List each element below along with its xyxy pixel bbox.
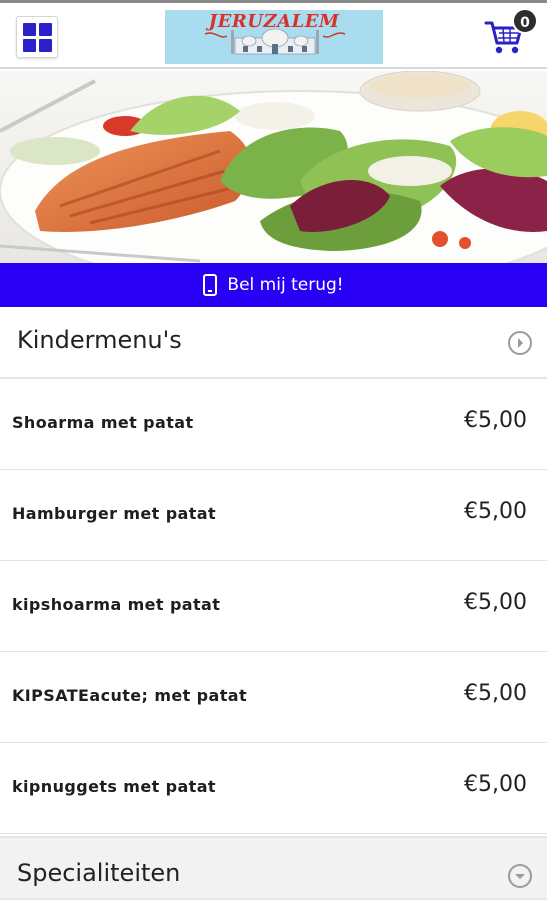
menu-item[interactable]: Shoarma met patat €5,00 — [0, 379, 547, 470]
menu-item[interactable]: KIPSATEacute; met patat €5,00 — [0, 652, 547, 743]
call-me-back-button[interactable]: Bel mij terug! — [0, 263, 547, 307]
menu-item[interactable]: Hamburger met patat €5,00 — [0, 470, 547, 561]
menu-item-name: kipnuggets met patat — [12, 777, 216, 796]
hero-food-image — [0, 71, 547, 263]
expand-arrow-icon — [508, 864, 532, 888]
category-header-kindermenus[interactable]: Kindermenu's — [0, 307, 547, 379]
category-title: Specialiteiten — [17, 859, 181, 887]
menu-item-name: KIPSATEacute; met patat — [12, 686, 248, 705]
category-header-specialiteiten[interactable]: Specialiteiten — [0, 836, 547, 900]
restaurant-logo[interactable]: JERUZALEM — [165, 10, 383, 64]
menu-item-name: kipshoarma met patat — [12, 595, 221, 614]
menu-item[interactable]: kipnuggets met patat €5,00 — [0, 743, 547, 834]
menu-item-price: €5,00 — [464, 681, 527, 706]
menu-item-name: Hamburger met patat — [12, 504, 217, 523]
menu-item[interactable]: kipshoarma met patat €5,00 — [0, 561, 547, 652]
app-header: JERUZALEM 0 — [0, 3, 547, 69]
menu-item-price: €5,00 — [464, 772, 527, 797]
menu-button[interactable] — [16, 16, 58, 58]
menu-item-price: €5,00 — [464, 408, 527, 433]
menu-item-name: Shoarma met patat — [12, 413, 194, 432]
menu-item-price: €5,00 — [464, 499, 527, 524]
expand-arrow-icon — [508, 331, 532, 355]
call-me-back-label: Bel mij terug! — [227, 275, 344, 295]
cart-count-badge: 0 — [512, 8, 538, 34]
category-title: Kindermenu's — [17, 326, 182, 354]
menu-item-price: €5,00 — [464, 590, 527, 615]
mosque-logo-icon — [204, 28, 346, 55]
phone-icon — [203, 274, 218, 296]
